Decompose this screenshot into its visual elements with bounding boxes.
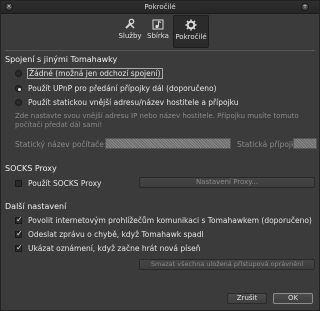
connection-option-none-label: Žádné (možná jen odchozí spojení) bbox=[27, 68, 163, 79]
misc-section-title: Další nastavení bbox=[5, 202, 67, 211]
crash-report-label: Odeslat zprávu o chybě, když Tomahawk sp… bbox=[28, 230, 204, 239]
tab-collection-label: Sbírka bbox=[147, 32, 169, 40]
reset-permissions-button[interactable]: Smazat všechna uložená přístupová oprávn… bbox=[139, 259, 315, 270]
radio-upnp[interactable] bbox=[15, 85, 22, 92]
connection-option-upnp-label: Použít UPnP pro předání přípojky dál (do… bbox=[28, 84, 217, 93]
toolbar-divider bbox=[5, 50, 315, 51]
tab-services[interactable]: Služby bbox=[117, 15, 143, 48]
radio-none[interactable] bbox=[15, 70, 22, 77]
socks-use-checkbox[interactable] bbox=[15, 180, 22, 187]
browser-integration-checkbox[interactable] bbox=[15, 215, 23, 224]
music-library-icon bbox=[152, 19, 164, 30]
crash-report-checkbox[interactable] bbox=[15, 229, 23, 238]
preferences-window: × + Pokročilé Služby Sbírka Pokročilé Sp… bbox=[0, 0, 320, 311]
gear-icon bbox=[185, 19, 197, 31]
proxy-settings-button[interactable]: Nastavení Proxy... bbox=[139, 177, 315, 188]
socks-use-label: Použít SOCKS Proxy bbox=[28, 179, 102, 188]
toolbar: Služby Sbírka Pokročilé bbox=[1, 13, 319, 49]
radio-static[interactable] bbox=[15, 99, 22, 106]
cancel-button[interactable]: Zrušit bbox=[227, 293, 267, 304]
static-host-label: Statický název počítače: bbox=[15, 140, 107, 149]
wrench-icon bbox=[125, 18, 135, 29]
tab-advanced[interactable]: Pokročilé bbox=[173, 15, 209, 48]
static-address-hint: Zde nastavte svou vnější adresu IP nebo … bbox=[15, 112, 299, 129]
socks-section-title: SOCKS Proxy bbox=[5, 164, 57, 173]
connection-option-static-label: Použít statickou vnější adresu/název hos… bbox=[28, 98, 239, 107]
browser-integration-label: Povolit internetovým prohlížečům komunik… bbox=[28, 216, 312, 225]
song-notification-checkbox[interactable] bbox=[15, 243, 23, 252]
connection-section-title: Spojení s jinými Tomahawky bbox=[5, 55, 118, 64]
tab-collection[interactable]: Sbírka bbox=[145, 15, 171, 48]
window-title: Pokročilé bbox=[144, 3, 176, 11]
tab-advanced-label: Pokročilé bbox=[175, 33, 207, 41]
static-port-input[interactable] bbox=[293, 138, 317, 149]
song-notification-label: Ukázat oznámení, když začne hrát nová pí… bbox=[28, 244, 201, 253]
tab-services-label: Služby bbox=[118, 32, 142, 40]
static-host-input[interactable] bbox=[105, 138, 231, 149]
ok-button[interactable]: OK bbox=[273, 293, 313, 304]
